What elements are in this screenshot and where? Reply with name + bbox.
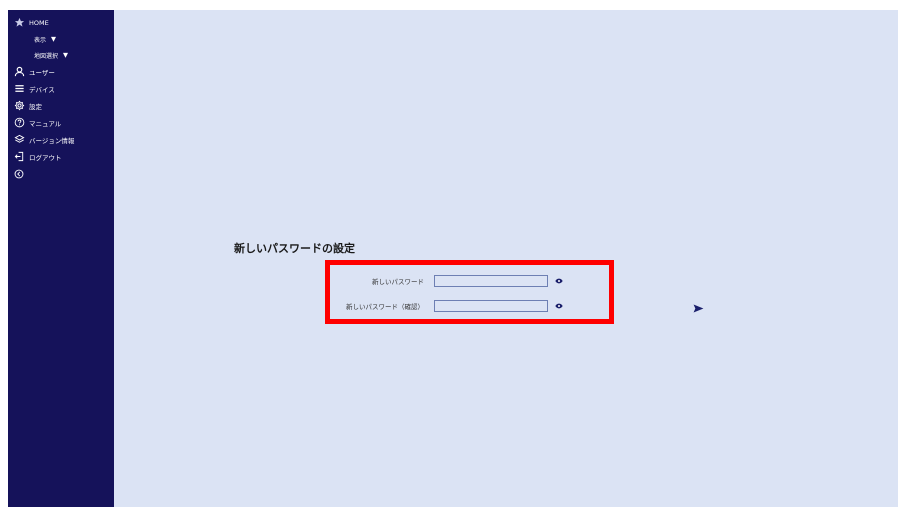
highlight-annotation-box	[325, 260, 614, 324]
sidebar-item-version[interactable]: バージョン情報	[8, 131, 114, 148]
sidebar-collapse-button[interactable]	[8, 165, 114, 182]
sidebar-item-label: マニュアル	[29, 119, 62, 128]
page-title: 新しいパスワードの設定	[234, 242, 355, 255]
new-password-row: 新しいパスワード	[324, 275, 564, 287]
sidebar-item-display[interactable]: 表示 ▼	[8, 31, 114, 47]
sidebar-item-user[interactable]: ユーザー	[8, 63, 114, 80]
eye-icon[interactable]	[554, 276, 564, 286]
sidebar-item-logout[interactable]: ログアウト	[8, 148, 114, 165]
sidebar-item-map-select[interactable]: 地図選択 ▼	[8, 47, 114, 63]
confirm-password-label: 新しいパスワード（確認）	[346, 303, 424, 311]
eye-icon[interactable]	[554, 301, 564, 311]
new-password-label: 新しいパスワード	[372, 278, 424, 286]
logout-icon	[12, 150, 26, 164]
sidebar-item-label: ログアウト	[29, 153, 62, 162]
app-window: HOME 表示 ▼ 地図選択 ▼ ユーザー デバイス 設定 マニュアル バージョ…	[8, 10, 898, 507]
star-icon	[12, 16, 26, 30]
help-icon	[12, 116, 26, 130]
sidebar-item-label: バージョン情報	[29, 136, 75, 145]
collapse-icon	[12, 167, 26, 181]
main-content: 新しいパスワードの設定 新しいパスワード 新しいパスワード（確認）	[114, 10, 898, 507]
gear-icon	[12, 99, 26, 113]
caret-down-icon: ▼	[63, 51, 69, 59]
sidebar-item-label: デバイス	[29, 85, 55, 94]
sidebar-item-manual[interactable]: マニュアル	[8, 114, 114, 131]
layers-icon	[12, 133, 26, 147]
sidebar-item-label: 設定	[29, 102, 42, 111]
confirm-password-input[interactable]	[434, 300, 548, 312]
sidebar-item-devices[interactable]: デバイス	[8, 80, 114, 97]
sidebar-item-settings[interactable]: 設定	[8, 97, 114, 114]
sidebar-item-label: 地図選択	[34, 52, 59, 60]
confirm-password-row: 新しいパスワード（確認）	[324, 300, 564, 312]
list-icon	[12, 82, 26, 96]
user-icon	[12, 65, 26, 79]
caret-down-icon: ▼	[51, 35, 57, 43]
sidebar-item-home[interactable]: HOME	[8, 14, 114, 31]
sidebar-item-label: ユーザー	[29, 68, 55, 77]
sidebar-item-label: HOME	[29, 18, 49, 27]
new-password-input[interactable]	[434, 275, 548, 287]
sidebar: HOME 表示 ▼ 地図選択 ▼ ユーザー デバイス 設定 マニュアル バージョ…	[8, 10, 114, 507]
sidebar-item-label: 表示	[34, 36, 47, 44]
send-arrow-icon	[693, 298, 704, 317]
submit-button[interactable]	[691, 301, 705, 313]
